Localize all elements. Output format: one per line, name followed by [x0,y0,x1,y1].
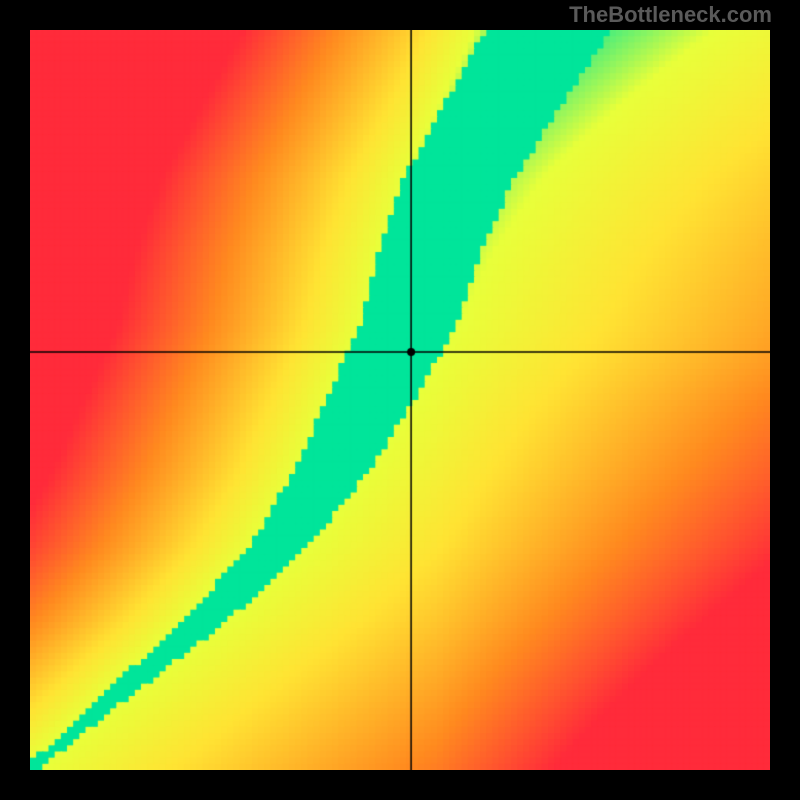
watermark-text: TheBottleneck.com [569,2,772,28]
bottleneck-heatmap [30,30,770,770]
chart-frame: TheBottleneck.com [0,0,800,800]
